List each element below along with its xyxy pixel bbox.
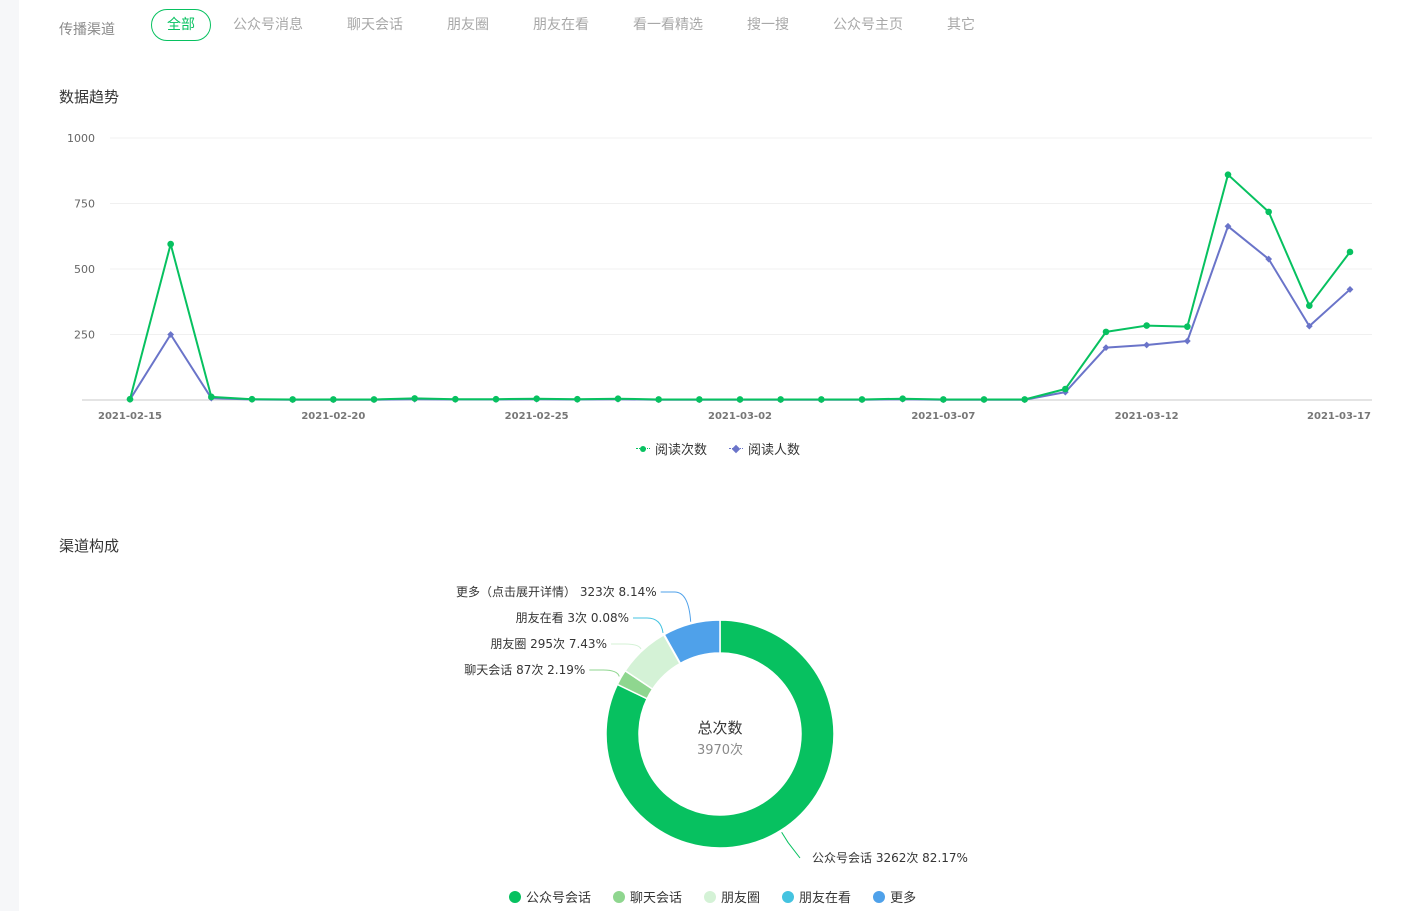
x-tick-label: 2021-03-02 — [708, 411, 772, 422]
x-tick-label: 2021-03-07 — [911, 411, 975, 422]
data-point[interactable] — [167, 240, 174, 248]
data-point[interactable] — [614, 395, 622, 402]
x-tick-label: 2021-03-17 — [1307, 411, 1371, 422]
data-point[interactable] — [777, 396, 784, 403]
slice-label: 更多（点击展开详情） 323次 8.14% — [456, 584, 657, 599]
slice-callout-line — [781, 831, 801, 859]
y-tick-label: 1000 — [67, 132, 95, 145]
trend-chart-legend: 阅读次数 阅读人数 — [636, 439, 800, 458]
data-point[interactable] — [126, 395, 134, 403]
data-point[interactable] — [1265, 208, 1272, 216]
legend-label: 阅读次数 — [655, 443, 708, 458]
data-point[interactable] — [208, 393, 215, 401]
legend-item[interactable]: 聊天会话 — [613, 887, 682, 906]
data-point[interactable] — [940, 396, 947, 403]
series-line — [129, 225, 1351, 401]
data-point[interactable] — [411, 395, 418, 402]
slice-label: 朋友在看 3次 0.08% — [516, 611, 629, 625]
channel-donut-chart: 公众号会话 3262次 82.17% 聊天会话 87次 2.19% 朋友圈 295次… — [456, 584, 968, 865]
data-point[interactable] — [818, 396, 825, 403]
channel-tab[interactable]: 朋友圈 — [425, 9, 511, 41]
legend-color-dot — [704, 890, 717, 903]
series-line — [129, 173, 1351, 401]
legend-label: 公众号会话 — [526, 891, 592, 906]
donut-center-value: 3970次 — [697, 742, 743, 758]
data-point[interactable] — [1306, 302, 1313, 309]
slice-callout-line — [589, 669, 620, 677]
slice-label: 聊天会话 87次 2.19% — [464, 663, 585, 677]
legend-item[interactable]: 朋友圈 — [704, 887, 760, 906]
data-point[interactable] — [330, 396, 337, 403]
data-point[interactable] — [370, 396, 378, 403]
slice-label: 公众号会话 3262次 82.17% — [812, 851, 968, 865]
slice-callout-line — [610, 643, 642, 650]
data-point[interactable] — [736, 396, 744, 403]
channel-tabs: 全部 公众号消息 聊天会话 朋友圈 朋友在看 看一看精选 搜一搜 公众号主页 其它 — [151, 9, 997, 41]
x-tick-label: 2021-02-25 — [505, 411, 569, 422]
channel-tab[interactable]: 聊天会话 — [325, 9, 425, 41]
legend-label: 朋友圈 — [721, 891, 761, 906]
legend-color-dot — [509, 890, 521, 903]
legend-item[interactable]: 阅读次数 — [636, 439, 707, 458]
legend-label: 朋友在看 — [799, 891, 852, 906]
data-point[interactable] — [248, 395, 256, 403]
y-tick-label: 500 — [74, 263, 95, 276]
composition-section-title: 渠道构成 — [59, 537, 120, 555]
legend-label: 聊天会话 — [630, 891, 683, 906]
data-point[interactable] — [899, 395, 906, 402]
data-point[interactable] — [533, 395, 540, 402]
trend-section-title: 数据趋势 — [59, 88, 120, 106]
data-point[interactable] — [452, 395, 459, 403]
data-point[interactable] — [1062, 385, 1069, 393]
legend-line-marker — [636, 444, 650, 454]
data-point[interactable] — [980, 396, 988, 403]
slice-callout-line — [660, 591, 692, 622]
channel-tab[interactable]: 公众号消息 — [211, 9, 325, 41]
data-point[interactable] — [1346, 248, 1354, 256]
legend-item[interactable]: 朋友在看 — [782, 887, 851, 906]
legend-color-dot — [782, 890, 795, 903]
channel-tab[interactable]: 看一看精选 — [611, 9, 725, 41]
data-point[interactable] — [1184, 323, 1191, 330]
y-tick-label: 250 — [74, 329, 95, 342]
legend-color-dot — [873, 890, 886, 903]
legend-item[interactable]: 阅读人数 — [729, 439, 800, 458]
data-point[interactable] — [655, 396, 662, 403]
channel-filter-label: 传播渠道 — [59, 22, 115, 38]
data-point[interactable] — [574, 395, 581, 403]
channel-tab[interactable]: 朋友在看 — [511, 9, 611, 41]
x-tick-label: 2021-03-12 — [1115, 411, 1179, 422]
slice-label: 朋友圈 295次 7.43% — [490, 637, 607, 651]
data-point[interactable] — [1224, 171, 1232, 178]
channel-tab[interactable]: 搜一搜 — [725, 9, 811, 41]
legend-label: 阅读人数 — [748, 443, 801, 458]
legend-item[interactable]: 更多 — [873, 887, 916, 906]
legend-label: 更多 — [890, 891, 917, 906]
x-tick-label: 2021-02-15 — [98, 411, 162, 422]
legend-item[interactable]: 公众号会话 — [509, 887, 591, 906]
data-point[interactable] — [696, 396, 703, 403]
data-point[interactable] — [858, 396, 866, 403]
legend-line-marker — [729, 444, 744, 454]
trend-line-chart: 250 500 750 1000 2021-02-15 2021-02-20 2021-02… — [67, 132, 1372, 422]
data-point[interactable] — [1143, 341, 1151, 349]
channel-tab[interactable]: 公众号主页 — [811, 9, 925, 41]
data-point[interactable] — [1102, 328, 1110, 336]
donut-chart-legend: 公众号会话 聊天会话 朋友圈 朋友在看 更多 — [509, 887, 916, 906]
channel-tab[interactable]: 其它 — [925, 9, 997, 41]
data-point[interactable] — [1183, 337, 1191, 345]
channel-filter: 传播渠道 全部 公众号消息 聊天会话 朋友圈 朋友在看 看一看精选 搜一搜 公众号主页 其它 — [59, 9, 997, 41]
data-point[interactable] — [1021, 396, 1028, 403]
donut-center-label: 总次数 — [697, 719, 742, 737]
data-point[interactable] — [289, 396, 296, 403]
x-tick-label: 2021-02-20 — [301, 411, 365, 422]
data-point[interactable] — [1143, 322, 1150, 329]
data-point[interactable] — [492, 395, 500, 403]
channel-tab[interactable]: 全部 — [151, 9, 211, 41]
y-tick-label: 750 — [74, 198, 95, 211]
slice-callout-line — [633, 617, 664, 634]
legend-color-dot — [613, 890, 626, 903]
